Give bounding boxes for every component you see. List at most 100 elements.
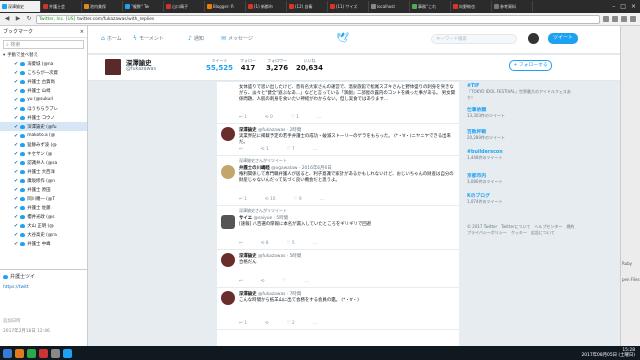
maximize-icon[interactable]: □ [620,3,626,10]
url-text[interactable]: twitter.com/fukazawas/with_replies [77,17,154,22]
retweet-icon[interactable]: ⟲ 1 [261,147,269,152]
preview-url[interactable]: https://twitt [3,285,85,290]
reply-icon[interactable]: ↩ 1 [239,197,247,202]
browser-tab[interactable]: 深澤諭史 [0,1,41,12]
user-avatar[interactable] [528,33,539,44]
retweet-icon[interactable]: ⟲ [265,321,269,326]
bookmark-item[interactable]: ✔ キセサン (@ [0,149,87,158]
nav-moments[interactable]: ϟ モーメント [133,35,164,42]
tweet[interactable]: 深澤諭史 @fukazawas · 5時間 合格だん ↩ ⟲ ♡ … [217,250,459,288]
nav-home[interactable]: ⌂ ホーム [101,35,122,42]
trend-item[interactable]: #TIF 「TOKYO IDOL FESTIVAL」世界最大のアイドルフェスあり！ [467,84,577,101]
tweet[interactable]: 深澤諭史さんがリツイート 弁護士の川嶋睦 @ogawalaw · 2016年6月6… [217,156,459,206]
bookmark-item[interactable]: ✔ 大谷高史 (@ra [0,230,87,239]
start-icon[interactable] [3,348,12,358]
tweet[interactable]: 女体盛りで思い出したけど、昔有名大家さんの運営で、温泉旅館で松尾スズキさんと野体… [217,82,459,124]
browser-tab[interactable]: (12) 自衛 [287,1,328,12]
twitter-logo-icon[interactable]: 🕊 [336,33,349,44]
follow-button[interactable]: + フォローする [509,60,552,71]
more-icon[interactable]: … [320,197,324,202]
nav-notifications[interactable]: ♪ 通知 [188,35,204,42]
tweet-author[interactable]: 深澤諭史 [239,292,257,297]
minimize-icon[interactable]: – [612,3,615,10]
bookmark-item[interactable]: ✔ yu (@sukuri [0,95,87,104]
bookmark-item[interactable]: ✔ 猛静みず波 (@ [0,140,87,149]
tweet-author[interactable]: 弁護士の川嶋睦 [239,166,270,171]
profile-name[interactable]: 深澤諭史 [126,58,152,67]
bookmark-folder[interactable]: ▾ 手動で並べ替え [0,51,87,59]
twitter-search-input[interactable]: キーワード検索 [431,34,517,44]
bookmark-item[interactable]: ✔ 櫻井光政 (@s [0,212,87,221]
like-icon[interactable]: ♡ 7 [287,147,295,152]
trend-item[interactable]: #builderscon 1,448件のツイート [467,150,577,161]
bookmark-item[interactable]: ✔ 弁護士 古賀尚 [0,77,87,86]
like-icon[interactable]: ♡ [282,279,286,284]
profile-avatar[interactable] [103,57,123,77]
tweet-avatar[interactable] [221,215,235,229]
tweet-button[interactable]: ツイート [548,33,578,44]
reply-icon[interactable]: ↩ [239,147,243,152]
tweet-time[interactable]: · 2時間 [287,128,301,133]
bookmark-item[interactable]: ✔ 大山 正明 (@ [0,221,87,230]
extension-icon[interactable] [612,16,618,22]
trend-item[interactable]: Kのブログ 1,074件のツイート [467,192,577,205]
retweet-icon[interactable]: ⟲ 8 [261,241,269,246]
tweet-time[interactable]: · 2016年6月6日 [299,166,332,171]
bookmark-item[interactable]: ✔ ほうちらラブレ [0,104,87,113]
bookmark-item[interactable]: ✔ 岡川羅一 (@T [0,194,87,203]
tweet-avatar[interactable] [221,291,235,305]
taskbar-clock[interactable]: 15:28 2017年08月05日 (土曜日) [581,348,640,358]
browser-tab[interactable]: 向野純也 [451,1,492,12]
url-field[interactable]: Twitter, Inc. [US] twitter.com/fukazawas… [36,14,600,24]
app-icon[interactable] [63,348,72,358]
app-icon[interactable] [39,348,48,358]
more-icon[interactable]: … [313,321,317,326]
tweet-time[interactable]: · 5時間 [274,216,288,221]
extension-icon[interactable] [603,16,609,22]
tweet-time[interactable]: · 7時間 [287,292,301,297]
like-icon[interactable]: ♡ 5 [287,241,295,246]
more-icon[interactable]: … [313,241,317,246]
tweet-avatar[interactable] [221,127,235,141]
tweet-avatar[interactable] [221,253,235,267]
bookmark-item[interactable]: ✔ こちらが一次資 [0,68,87,77]
like-icon[interactable]: ♡ 9 [294,197,302,202]
browser-tab[interactable]: Blogger: R [205,1,246,12]
forward-icon[interactable]: ▶ [14,15,22,23]
retweet-icon[interactable]: ⟲ 0 [265,115,273,120]
browser-tab[interactable]: (1) 新都市 [246,1,287,12]
extension-icon[interactable] [621,16,627,22]
tweet[interactable]: 深澤諭史 @fukazawas · 7時間 こんな時間から抵羊山に出て会務をする会… [217,288,459,330]
more-icon[interactable]: … [317,115,321,120]
tweet-avatar[interactable] [221,165,235,179]
like-icon[interactable]: ♡ 2 [287,321,295,326]
close-icon[interactable]: × [631,3,636,10]
tweet-author[interactable]: サイエ [239,216,252,221]
trend-item[interactable]: 仕事依頼 13,303件のツイート [467,106,577,119]
profile-stat[interactable]: フォロー 417 [240,58,256,72]
app-icon[interactable] [51,348,60,358]
browser-tab[interactable]: "複数" Tw [123,1,164,12]
trend-item[interactable]: 百敗杯戦 20,280件のツイート [467,128,577,141]
bookmark-item[interactable]: ✔ 弁護士 中峰 [0,239,87,248]
reply-icon[interactable]: ↩ [239,279,243,284]
more-icon[interactable]: … [313,147,317,152]
bookmark-item[interactable]: ✔ 海菱城 (@na [0,59,87,68]
browser-tab[interactable]: localhost [369,1,410,12]
back-icon[interactable]: ◀ [3,15,11,23]
app-icon[interactable] [27,348,36,358]
browser-tab[interactable]: 参考資料 [492,1,533,12]
reply-icon[interactable]: ↩ 1 [239,321,247,326]
reply-icon[interactable]: ↩ [239,241,243,246]
tweet[interactable]: 深澤諭史さんがリツイート サイエ @saiyue · 5時間 [速報] 八百選の厚報… [217,206,459,250]
browser-tab[interactable]: 弁護士会 [41,1,82,12]
browser-tab[interactable]: 山口晴子 [164,1,205,12]
bookmark-item[interactable]: ✔ makoto.a (@ [0,131,87,140]
profile-stat[interactable]: フォロワー 3,276 [266,58,288,72]
close-icon[interactable]: × [80,29,84,35]
bookmark-item[interactable]: ✔ 弁護士 佐藤 [0,203,87,212]
reload-icon[interactable]: ↻ [25,15,33,23]
bookmark-item[interactable]: ✔ 弁護士 原田 [0,185,87,194]
profile-stat[interactable]: ツイート 55,525 [206,58,233,72]
browser-tab[interactable]: 池内美保 [82,1,123,12]
